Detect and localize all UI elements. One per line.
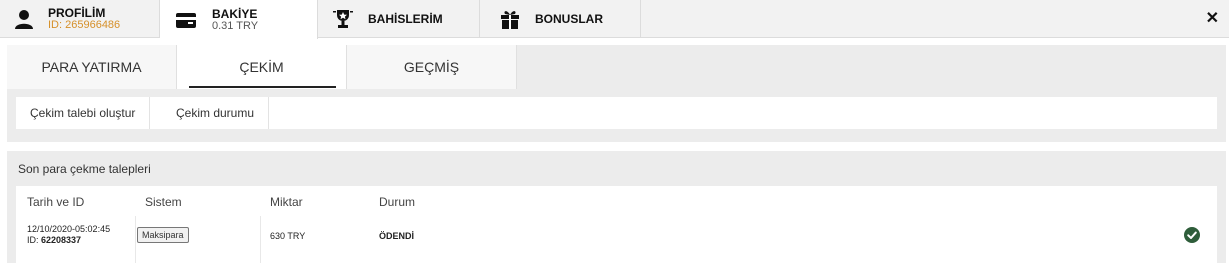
header-status: Durum [379, 195, 416, 209]
section-title: Son para çekme talepleri [18, 162, 151, 176]
row-id-value: 62208337 [41, 235, 82, 245]
system-badge: Maksipara [137, 227, 189, 243]
tab-deposit[interactable]: PARA YATIRMA [7, 45, 177, 89]
close-icon[interactable]: ✕ [1206, 8, 1219, 28]
subtab-request-status[interactable]: Çekim durumu [162, 97, 270, 129]
user-icon [15, 10, 33, 29]
tab-bonuses-label: BONUSLAR [535, 12, 603, 26]
top-tab-bar: PROFİLİM ID: 265966486 BAKİYE 0.31 TRY B… [0, 0, 1229, 39]
wallet-icon [176, 12, 196, 28]
subtab-create-request[interactable]: Çekim talebi oluştur [16, 97, 151, 129]
tab-history[interactable]: GEÇMİŞ [347, 45, 517, 89]
tab-my-bets[interactable]: BAHİSLERİM [318, 0, 480, 38]
tab-my-bets-label: BAHİSLERİM [368, 12, 443, 26]
balance-value: 0.31 TRY [212, 19, 259, 32]
tab-withdraw-label: ÇEKİM [239, 59, 284, 75]
header-amount: Miktar [270, 195, 303, 209]
tab-withdraw[interactable]: ÇEKİM [177, 45, 347, 89]
row-amount: 630 TRY [270, 231, 306, 241]
active-tab-underline [189, 86, 336, 88]
tab-bonuses[interactable]: BONUSLAR [480, 0, 641, 38]
row-id-prefix: ID: [27, 235, 42, 245]
row-status: ÖDENDİ [379, 231, 415, 241]
trophy-icon [333, 10, 353, 28]
profile-id: ID: 265966486 [48, 19, 121, 31]
tab-profile[interactable]: PROFİLİM ID: 265966486 [0, 0, 160, 38]
tab-balance[interactable]: BAKİYE 0.31 TRY [160, 0, 318, 39]
header-system: Sistem [145, 195, 182, 209]
column-divider [135, 216, 136, 263]
gift-icon [501, 11, 519, 29]
column-divider [260, 216, 261, 263]
requests-table: Tarih ve ID Sistem Miktar Durum 12/10/20… [16, 186, 1217, 263]
tab-balance-label: BAKİYE [212, 6, 258, 21]
tab-profile-label: PROFİLİM [48, 6, 106, 20]
sub-tabs: Çekim talebi oluştur Çekim durumu [16, 97, 1217, 129]
withdraw-panel: PARA YATIRMA ÇEKİM GEÇMİŞ Çekim talebi o… [7, 45, 1226, 142]
recent-requests-panel: Son para çekme talepleri Tarih ve ID Sis… [7, 151, 1226, 263]
check-circle-icon [1184, 227, 1200, 243]
row-id: ID: 62208337 [27, 235, 81, 245]
row-date: 12/10/2020-05:02:45 [27, 224, 111, 234]
header-date-id: Tarih ve ID [27, 195, 85, 209]
main-tabs: PARA YATIRMA ÇEKİM GEÇMİŞ [7, 45, 1226, 89]
